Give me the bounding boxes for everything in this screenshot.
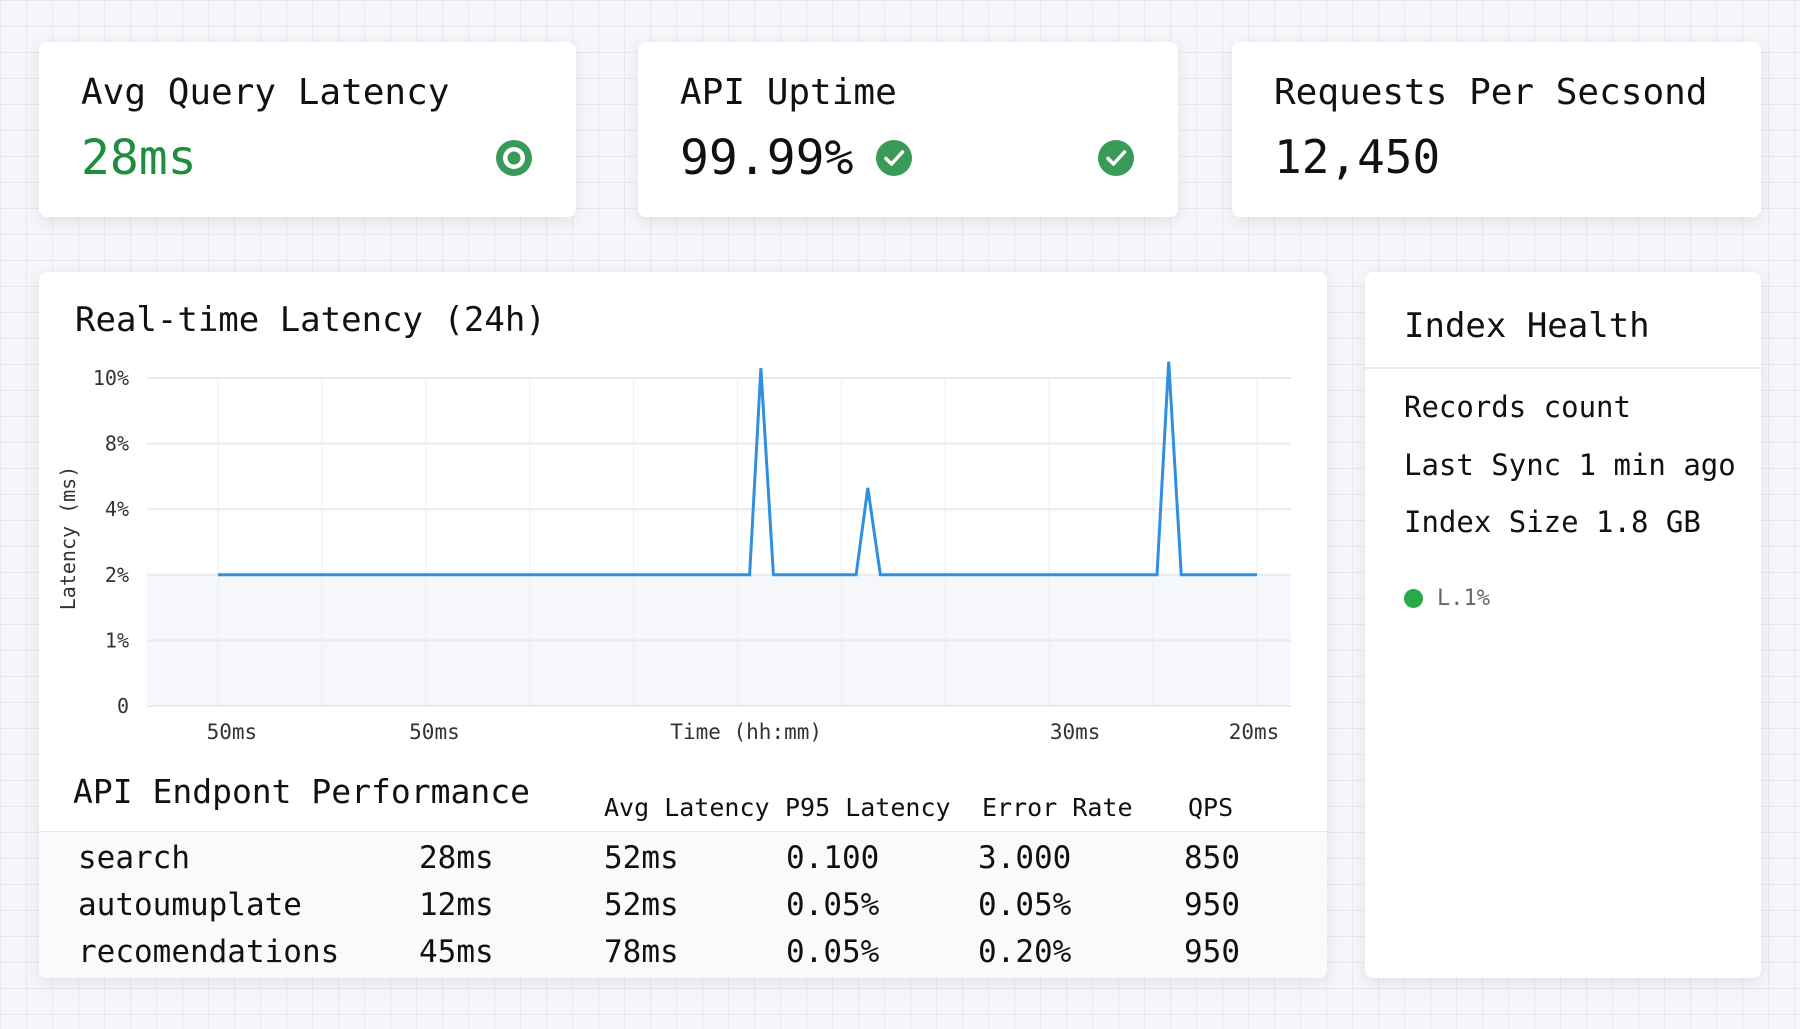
table-cell: 78ms (604, 934, 679, 970)
kpi-card-rps: Requests Per Secsond 12,450 (1232, 42, 1761, 217)
index-size: Index Size 1.8 GB (1404, 505, 1701, 539)
table-cell: 0.05% (978, 887, 1072, 923)
kpi-value: 28ms (81, 130, 197, 186)
col-header: P95 Latency (785, 793, 951, 822)
endpoint-name: recomendations (78, 934, 340, 970)
y-tick-label: 10% (93, 366, 129, 390)
table-cell: 0.05% (786, 934, 880, 970)
x-tick-label: 20ms (1229, 720, 1280, 744)
col-header: Error Rate (982, 793, 1133, 822)
status-dot-icon (1404, 589, 1423, 608)
table-cell: 0.05% (786, 887, 880, 923)
table-cell: 45ms (419, 934, 494, 970)
x-tick-label: 30ms (1050, 720, 1101, 744)
col-header: QPS (1188, 793, 1234, 822)
table-cell: 0.100 (786, 840, 880, 876)
table-body: search 28ms 52ms 0.100 3.000 850 autoumuplate 1… (39, 832, 1327, 978)
y-axis-label: Latency (ms) (56, 466, 80, 611)
table-cell: 950 (1184, 934, 1240, 970)
y-tick-label: 8% (105, 432, 129, 456)
endpoint-name: search (78, 840, 190, 876)
kpi-title: Requests Per Secsond (1274, 72, 1708, 113)
table-title: API Endpont Performance (73, 772, 530, 811)
latency-panel: Real-time Latency (24h) Latency (ms) 0 1%… (39, 272, 1327, 978)
x-tick-label: Time (hh:mm) (670, 720, 822, 744)
check-circle-icon (876, 140, 913, 176)
y-tick-label: 1% (105, 628, 129, 652)
endpoint-name: autoumuplate (78, 887, 302, 923)
kpi-card-uptime: API Uptime 99.99% (638, 42, 1178, 217)
kpi-value-text: 99.99% (680, 130, 854, 186)
records-count: Records count (1404, 390, 1631, 424)
col-header: Avg Latency (604, 793, 770, 822)
kpi-title: API Uptime (680, 72, 897, 113)
table-cell: 52ms (604, 840, 679, 876)
kpi-value: 99.99% (680, 130, 913, 186)
check-circle-icon (1098, 140, 1134, 176)
y-tick-label: 2% (105, 563, 129, 587)
last-sync: Last Sync 1 min ago (1404, 448, 1736, 482)
x-tick-label: 50ms (409, 720, 460, 744)
panel-title: Index Health (1404, 306, 1650, 346)
y-tick-label: 0 (117, 694, 129, 718)
table-cell: 52ms (604, 887, 679, 923)
x-tick-label: 50ms (207, 720, 258, 744)
status-text: L.1% (1437, 586, 1490, 611)
y-tick-label: 4% (105, 497, 129, 521)
target-icon (496, 140, 532, 176)
kpi-card-latency: Avg Query Latency 28ms (39, 42, 576, 217)
kpi-title: Avg Query Latency (81, 72, 450, 113)
divider (1365, 367, 1761, 369)
latency-chart: Latency (ms) 0 1% 2% 4% 8% 10% 50ms 50ms Time (h… (56, 361, 1291, 744)
table-cell: 3.000 (978, 840, 1072, 876)
table-cell: 12ms (419, 887, 494, 923)
index-health-panel: Index Health Records count Last Sync 1 m… (1365, 272, 1761, 978)
table-cell: 0.20% (978, 934, 1072, 970)
table-cell: 28ms (419, 840, 494, 876)
kpi-value: 12,450 (1274, 130, 1441, 184)
table-cell: 950 (1184, 887, 1240, 923)
table-cell: 850 (1184, 840, 1240, 876)
health-status: L.1% (1404, 586, 1490, 611)
